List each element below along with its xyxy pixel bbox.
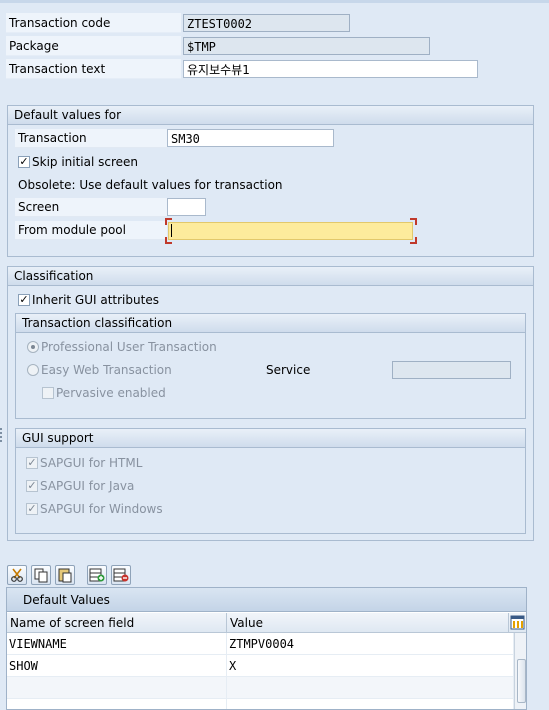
pervasive-checkbox[interactable]: [42, 387, 54, 399]
module-pool-field[interactable]: [168, 222, 413, 240]
transaction-code-label: Transaction code: [6, 13, 181, 33]
table-settings-icon: [510, 615, 525, 630]
sapgui-java-label: SAPGUI for Java: [40, 479, 135, 493]
sapgui-html-label: SAPGUI for HTML: [40, 456, 143, 470]
transaction-text-row: Transaction text 유지보수뷰1: [6, 59, 542, 79]
transaction-text-label: Transaction text: [6, 59, 181, 79]
default-transaction-label: Transaction: [15, 129, 167, 148]
skip-initial-screen-checkbox[interactable]: ✓: [18, 156, 30, 168]
table-cell-value[interactable]: ZTMPV0004: [227, 633, 514, 655]
table-row-empty[interactable]: [227, 677, 514, 699]
focus-corner-tr: [410, 218, 417, 225]
transaction-classification-title: Transaction classification: [16, 314, 525, 333]
cut-button[interactable]: [7, 565, 27, 585]
transaction-code-field[interactable]: ZTEST0002: [183, 14, 350, 32]
screen-label: Screen: [15, 198, 167, 217]
delete-row-icon: [113, 568, 129, 582]
copy-button[interactable]: [31, 565, 51, 585]
package-field[interactable]: $TMP: [183, 37, 430, 55]
focus-corner-tl: [165, 218, 172, 225]
default-transaction-field[interactable]: SM30: [167, 129, 334, 147]
scrollbar-thumb[interactable]: [517, 659, 526, 703]
classification-group: Classification ✓ Inherit GUI attributes …: [7, 266, 534, 541]
module-pool-label: From module pool: [15, 221, 167, 240]
gui-support-title: GUI support: [16, 429, 525, 448]
sapgui-java-checkbox[interactable]: ✓: [26, 480, 38, 492]
radio-selected-dot: [31, 345, 35, 349]
table-cell-name[interactable]: SHOW: [7, 655, 227, 677]
cut-icon: [11, 568, 23, 582]
package-label: Package: [6, 36, 181, 56]
sapgui-windows-label: SAPGUI for Windows: [40, 502, 163, 516]
professional-label: Professional User Transaction: [41, 340, 217, 354]
column-settings-button[interactable]: [509, 613, 526, 633]
copy-icon: [34, 568, 48, 583]
column-header-value[interactable]: Value: [227, 613, 509, 633]
default-values-table: Default Values Name of screen field Valu…: [6, 587, 527, 710]
inherit-gui-label: Inherit GUI attributes: [32, 293, 159, 307]
table-row-empty[interactable]: [7, 677, 227, 699]
text-cursor: [171, 224, 172, 237]
transaction-code-row: Transaction code ZTEST0002: [6, 13, 542, 33]
service-label: Service: [266, 363, 311, 377]
screen-field[interactable]: [167, 198, 206, 216]
package-row: Package $TMP: [6, 36, 542, 56]
default-values-group-title: Default values for: [8, 106, 533, 125]
table-row-empty[interactable]: [7, 699, 227, 709]
splitter-handle[interactable]: [0, 428, 2, 442]
easy-web-radio[interactable]: [27, 364, 39, 376]
service-field[interactable]: [392, 361, 511, 379]
table-cell-name[interactable]: VIEWNAME: [7, 633, 227, 655]
inherit-gui-checkbox[interactable]: ✓: [18, 294, 30, 306]
transaction-classification-group: Transaction classification Professional …: [15, 313, 526, 419]
classification-group-title: Classification: [8, 267, 533, 286]
insert-row-button[interactable]: [87, 565, 107, 585]
paste-icon: [58, 568, 72, 583]
sapgui-html-checkbox[interactable]: ✓: [26, 457, 38, 469]
default-values-table-title: Default Values: [7, 588, 526, 612]
pervasive-label: Pervasive enabled: [56, 386, 166, 400]
top-edge: [0, 0, 549, 3]
table-cell-value[interactable]: X: [227, 655, 514, 677]
column-header-screen-field[interactable]: Name of screen field: [7, 613, 227, 633]
focus-corner-bl: [165, 237, 172, 244]
default-values-group: Default values for Transaction SM30 ✓ Sk…: [7, 105, 534, 257]
professional-radio[interactable]: [27, 341, 39, 353]
sapgui-windows-checkbox[interactable]: ✓: [26, 503, 38, 515]
focus-corner-br: [410, 237, 417, 244]
delete-row-button[interactable]: [111, 565, 131, 585]
table-row-empty[interactable]: [227, 699, 514, 709]
gui-support-group: GUI support ✓ SAPGUI for HTML ✓ SAPGUI f…: [15, 428, 526, 534]
skip-initial-screen-label: Skip initial screen: [32, 155, 139, 169]
transaction-text-field[interactable]: 유지보수뷰1: [183, 60, 478, 78]
insert-row-icon: [89, 568, 105, 582]
obsolete-note: Obsolete: Use default values for transac…: [18, 178, 283, 192]
paste-button[interactable]: [55, 565, 75, 585]
table-vertical-scrollbar[interactable]: [514, 633, 526, 709]
easy-web-label: Easy Web Transaction: [41, 363, 172, 377]
